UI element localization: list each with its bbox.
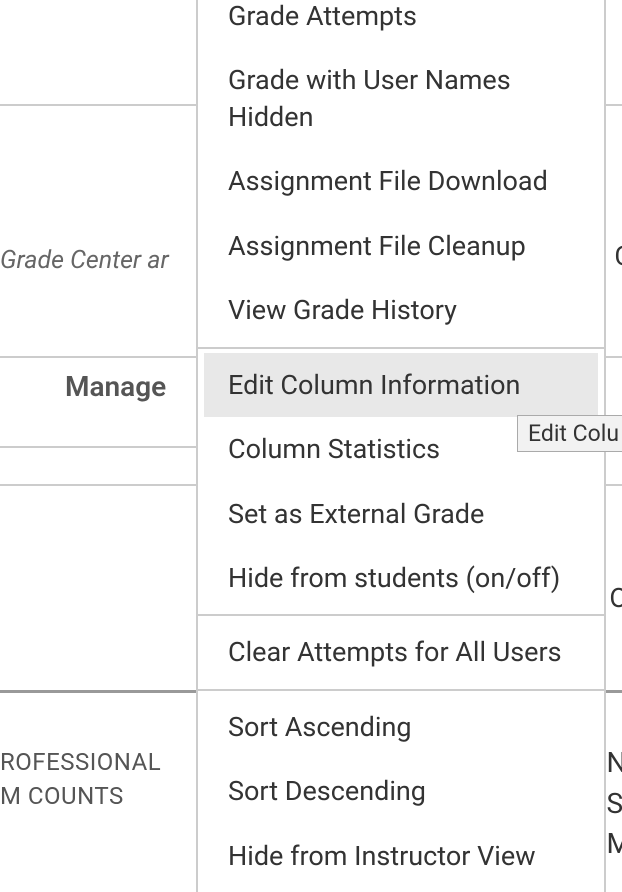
menu-section-grading: Grade Attempts Grade with User Names Hid… xyxy=(198,0,604,349)
menu-item-assignment-file-download[interactable]: Assignment File Download xyxy=(198,149,604,213)
menu-item-clear-attempts-all-users[interactable]: Clear Attempts for All Users xyxy=(198,620,604,684)
menu-section-sort: Sort Ascending Sort Descending Hide from… xyxy=(198,691,604,892)
column-header-line2: M COUNTS xyxy=(0,780,161,814)
grade-center-partial-text: Grade Center ar xyxy=(0,246,169,275)
menu-item-view-grade-history[interactable]: View Grade History xyxy=(198,278,604,342)
menu-section-column: Edit Column Information Column Statistic… xyxy=(198,349,604,617)
menu-item-sort-ascending[interactable]: Sort Ascending xyxy=(198,695,604,759)
tooltip-edit-column: Edit Colu xyxy=(517,415,622,452)
menu-item-hide-from-instructor-view[interactable]: Hide from Instructor View xyxy=(198,824,604,888)
menu-item-grade-user-names-hidden[interactable]: Grade with User Names Hidden xyxy=(198,48,604,149)
right-col-partial: N S M xyxy=(607,743,622,865)
right-col-line3: M xyxy=(607,824,622,865)
column-header-line1: ROFESSIONAL xyxy=(0,746,161,780)
bg-right-peek-o: O xyxy=(609,582,622,614)
menu-item-assignment-file-cleanup[interactable]: Assignment File Cleanup xyxy=(198,214,604,278)
menu-section-clear: Clear Attempts for All Users xyxy=(198,616,604,690)
manage-button[interactable]: Manage xyxy=(65,370,166,403)
menu-item-sort-descending[interactable]: Sort Descending xyxy=(198,759,604,823)
menu-item-grade-attempts[interactable]: Grade Attempts xyxy=(198,0,604,48)
menu-item-edit-column-information[interactable]: Edit Column Information xyxy=(204,353,598,417)
bg-right-peek: C xyxy=(614,240,622,272)
menu-item-set-as-external-grade[interactable]: Set as External Grade xyxy=(198,482,604,546)
right-col-line1: N xyxy=(607,743,622,784)
right-col-line2: S xyxy=(607,784,622,825)
menu-item-hide-from-students[interactable]: Hide from students (on/off) xyxy=(198,546,604,610)
column-header-partial: ROFESSIONAL M COUNTS xyxy=(0,746,161,813)
